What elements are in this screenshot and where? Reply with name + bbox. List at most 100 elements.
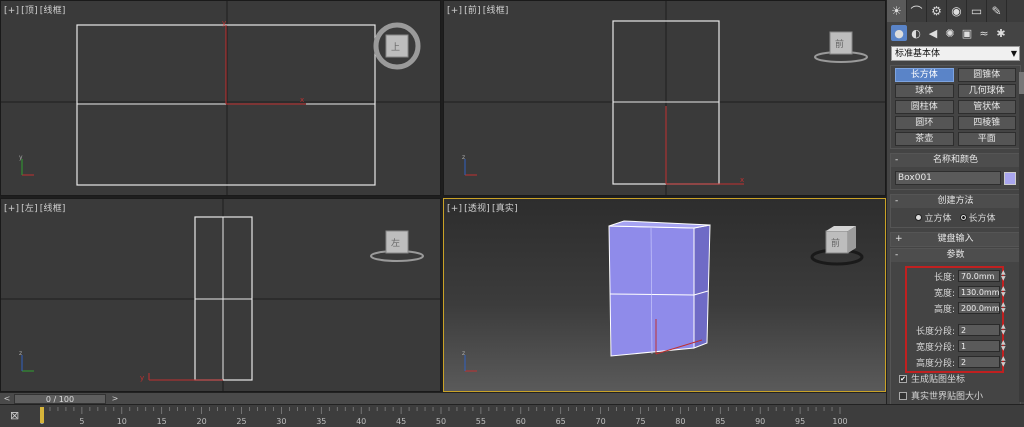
ruler-tick-label: 30 — [276, 417, 286, 426]
create-subcategories: ● ◐ ◀ ✺ ▣ ≈ ✱ — [887, 22, 1024, 44]
ruler-tick-label: 5 — [79, 417, 84, 426]
ruler-tick-label: 70 — [596, 417, 606, 426]
svg-text:y: y — [222, 19, 226, 27]
spacewarps-icon[interactable]: ≈ — [976, 25, 992, 41]
width-spinner[interactable]: 130.0mm ▲ ▼ — [958, 286, 1006, 298]
parameters-header[interactable]: - 参数 — [891, 249, 1020, 262]
keyboard-entry-rollout: + 键盘输入 — [890, 232, 1021, 247]
viewport-label-perspective[interactable]: [+] [透视] [真实] — [447, 201, 520, 214]
torus-button[interactable]: 圆环 — [895, 116, 954, 130]
viewcube-label: 前 — [831, 237, 840, 249]
viewport-label-front[interactable]: [+] [前] [线框] — [447, 3, 511, 16]
radio-dot — [959, 214, 967, 221]
ruler-tick-label: 10 — [117, 417, 127, 426]
viewport-left[interactable]: y z 左 [+] [左] [线框] — [0, 198, 441, 392]
tube-button[interactable]: 管状体 — [957, 100, 1016, 114]
max-window: x y y 上 [+] [顶] [线框] x z 前 [+] [前] [线框] … — [0, 0, 1024, 427]
time-slider-bar: < 0 / 100 > — [0, 392, 886, 404]
viewport-front-canvas: x z 前 — [444, 1, 885, 195]
plane-button[interactable]: 平面 — [957, 132, 1016, 146]
cone-button[interactable]: 圆锥体 — [957, 68, 1016, 82]
creation-method-rollout: - 创建方法 立方体 长方体 — [890, 194, 1021, 228]
ruler-tick-label: 15 — [157, 417, 167, 426]
lights-icon[interactable]: ◀ — [925, 25, 941, 41]
length-spinner[interactable]: 70.0mm ▲ ▼ — [958, 270, 1006, 282]
box-side-face — [693, 224, 711, 349]
pyramid-button[interactable]: 四棱锥 — [957, 116, 1016, 130]
viewport-left-canvas: y z 左 — [1, 199, 440, 391]
ruler-tick-label: 55 — [476, 417, 486, 426]
ruler-tick-label: 90 — [755, 417, 765, 426]
object-name-field[interactable]: Box001 — [895, 171, 1001, 185]
track-bar[interactable]: ⊠ 05101520253035404550556065707580859095… — [0, 404, 1024, 427]
command-panel: ☀ ⌒ ⚙ ◉ ▭ ✎ ● ◐ ◀ ✺ ▣ ≈ ✱ 标准基本体 ▼ 长方体 圆锥… — [886, 0, 1024, 407]
ruler-tick-label: 20 — [197, 417, 207, 426]
sphere-button[interactable]: 球体 — [895, 84, 954, 98]
name-color-rollout: - 名称和颜色 Box001 — [890, 153, 1021, 190]
ruler-tick-label: 35 — [316, 417, 326, 426]
modify-tab-icon[interactable]: ⌒ — [907, 0, 927, 22]
svg-text:x: x — [300, 96, 304, 104]
cameras-icon[interactable]: ✺ — [942, 25, 958, 41]
height-segs-spinner[interactable]: 2 ▲ ▼ — [958, 356, 1006, 368]
ruler-tick-label: 100 — [832, 417, 847, 426]
svg-text:y: y — [19, 154, 23, 161]
viewport-front[interactable]: x z 前 [+] [前] [线框] — [443, 0, 886, 196]
ruler-tick-label: 60 — [516, 417, 526, 426]
panel-tabs: ☀ ⌒ ⚙ ◉ ▭ ✎ — [887, 0, 1024, 22]
viewport-label-top[interactable]: [+] [顶] [线框] — [4, 3, 68, 16]
ruler-tick-label: 65 — [556, 417, 566, 426]
viewcube-label: 上 — [391, 42, 400, 53]
viewport-perspective[interactable]: z 前 [+] [透视] [真实] — [443, 198, 886, 392]
ruler-tick-label: 75 — [635, 417, 645, 426]
ruler-tick-label: 40 — [356, 417, 366, 426]
cube-radio[interactable]: 立方体 — [915, 211, 952, 224]
object-type-rollout: 长方体 圆锥体 球体 几何球体 圆柱体 管状体 圆环 四棱锥 茶壶 平面 — [890, 65, 1021, 149]
object-color-swatch[interactable] — [1004, 171, 1016, 185]
keyboard-entry-header[interactable]: + 键盘输入 — [891, 233, 1020, 246]
ruler-tick-label: 25 — [236, 417, 246, 426]
panel-scrollbar[interactable] — [1019, 72, 1024, 402]
svg-text:x: x — [740, 176, 744, 184]
checkbox-checked: ✔ — [899, 374, 907, 383]
length-segs-spinner[interactable]: 2 ▲ ▼ — [958, 324, 1006, 336]
create-tab-icon[interactable]: ☀ — [887, 0, 907, 22]
viewport-top-canvas: x y y 上 — [1, 1, 440, 195]
viewcube-label: 前 — [835, 38, 844, 50]
box-radio[interactable]: 长方体 — [959, 211, 996, 224]
motion-tab-icon[interactable]: ◉ — [947, 0, 967, 22]
object-type-grid: 长方体 圆锥体 球体 几何球体 圆柱体 管状体 圆环 四棱锥 茶壶 平面 — [891, 66, 1020, 148]
name-color-header[interactable]: - 名称和颜色 — [891, 154, 1020, 167]
radio-dot — [915, 214, 923, 221]
cylinder-button[interactable]: 圆柱体 — [895, 100, 954, 114]
helpers-icon[interactable]: ▣ — [959, 25, 975, 41]
svg-text:z: z — [462, 154, 465, 161]
scrollbar-thumb[interactable] — [1019, 72, 1024, 94]
box-button[interactable]: 长方体 — [895, 68, 954, 82]
viewport-perspective-canvas: z 前 — [462, 220, 864, 372]
viewport-top[interactable]: x y y 上 [+] [顶] [线框] — [0, 0, 441, 196]
height-spinner[interactable]: 200.0mm ▲ ▼ — [958, 302, 1006, 314]
width-segs-spinner[interactable]: 1 ▲ ▼ — [958, 340, 1006, 352]
geosphere-button[interactable]: 几何球体 — [957, 84, 1016, 98]
hierarchy-tab-icon[interactable]: ⚙ — [927, 0, 947, 22]
viewport-label-left[interactable]: [+] [左] [线框] — [4, 201, 68, 214]
display-tab-icon[interactable]: ▭ — [967, 0, 987, 22]
ruler-tick-label: 85 — [715, 417, 725, 426]
utilities-tab-icon[interactable]: ✎ — [987, 0, 1007, 22]
primitive-type-dropdown[interactable]: 标准基本体 ▼ — [891, 46, 1020, 61]
time-slider[interactable]: 0 / 100 — [14, 394, 106, 404]
systems-icon[interactable]: ✱ — [993, 25, 1009, 41]
svg-text:z: z — [462, 350, 465, 357]
ruler-tick-label: 95 — [795, 417, 805, 426]
ruler-tick-label: 50 — [436, 417, 446, 426]
svg-text:z: z — [19, 350, 22, 357]
teapot-button[interactable]: 茶壶 — [895, 132, 954, 146]
chevron-down-icon: ▼ — [1010, 49, 1017, 58]
svg-text:y: y — [140, 374, 144, 382]
geometry-icon[interactable]: ● — [891, 25, 907, 41]
creation-method-header[interactable]: - 创建方法 — [891, 195, 1020, 208]
shapes-icon[interactable]: ◐ — [908, 25, 924, 41]
viewcube-label: 左 — [391, 237, 400, 249]
real-world-map-checkbox[interactable]: 真实世界贴图大小 — [891, 387, 1020, 404]
